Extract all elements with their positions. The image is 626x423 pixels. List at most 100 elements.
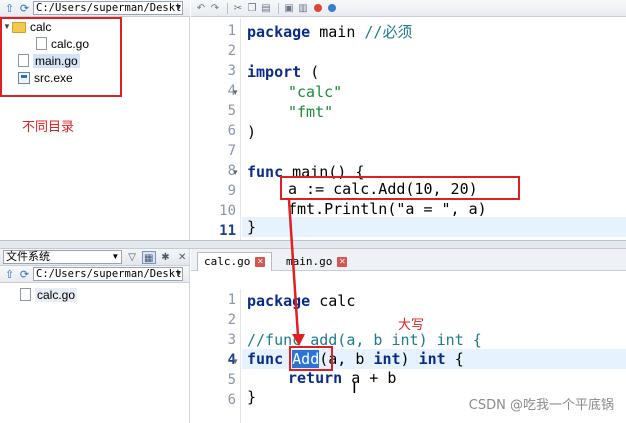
filter-icon[interactable]: ▽ xyxy=(125,251,139,264)
code-line-3[interactable]: import ( xyxy=(247,62,319,82)
save-icon[interactable]: ▣ xyxy=(283,2,295,15)
tree-item-label: calc.go xyxy=(35,287,78,302)
code-text: ) xyxy=(400,350,419,368)
code-text: { xyxy=(445,350,464,368)
path-bar: ⇧ ⟳ C:/Users/superman/Deskt ▼ xyxy=(0,0,190,17)
line-number-gutter: 1 2 3 4 5 6 ▾ xyxy=(191,289,241,423)
line-number: 10 xyxy=(219,203,236,219)
settings-icon[interactable]: ✱ xyxy=(159,251,173,264)
editor-tabs: calc.go ✕ main.go ✕ xyxy=(191,249,626,271)
annotation-box-tree xyxy=(0,17,122,97)
up-folder-icon[interactable]: ⇧ xyxy=(3,268,16,281)
panel-title: 文件系统 xyxy=(6,251,50,263)
code-line-5[interactable]: return a + b xyxy=(288,368,396,388)
code-line-6[interactable]: ) xyxy=(247,122,256,142)
tab-main-go[interactable]: main.go ✕ xyxy=(279,252,354,271)
run-icon[interactable] xyxy=(328,4,336,12)
panel-select[interactable]: 文件系统 ▼ xyxy=(3,250,123,264)
code-text: ) xyxy=(247,123,257,141)
keyword: package xyxy=(247,23,311,41)
code-text: ( xyxy=(301,63,320,81)
fold-icon[interactable]: ▾ xyxy=(233,356,238,367)
fold-icon[interactable]: ▾ xyxy=(233,167,238,178)
string-literal: "fmt" xyxy=(288,103,334,121)
path-select[interactable]: C:/Users/superman/Deskt ▼ xyxy=(33,267,183,281)
tab-calc-go[interactable]: calc.go ✕ xyxy=(197,252,273,271)
line-number-gutter: 1 2 3 4 5 6 7 8 9 10 11 ▾ ▾ xyxy=(191,18,241,240)
keyword: package xyxy=(247,292,311,310)
path-text: C:/Users/superman/Deskt xyxy=(36,268,182,280)
keyword: func xyxy=(247,163,284,181)
paste-icon[interactable]: ▤ xyxy=(260,2,272,15)
code-text: calc xyxy=(310,292,356,310)
annotation-box-call xyxy=(280,176,520,200)
build-icon[interactable]: ▥ xyxy=(297,2,309,15)
path-select[interactable]: C:/Users/superman/Deskt ▼ xyxy=(33,1,183,15)
line-number-current: 11 xyxy=(219,223,236,239)
sync-icon[interactable]: ⟳ xyxy=(18,2,31,15)
keyword: import xyxy=(247,63,302,81)
panel-header: 文件系统 ▼ ▽ ▦ ✱ ✕ xyxy=(0,249,189,266)
comment: //func add(a, b int) int { xyxy=(247,331,482,349)
view-toggle-icon[interactable]: ▦ xyxy=(141,250,156,264)
sync-icon[interactable]: ⟳ xyxy=(18,268,31,281)
tree-item-calc-go[interactable]: calc.go xyxy=(0,286,189,303)
stop-icon[interactable] xyxy=(314,4,322,12)
tab-label: calc.go xyxy=(204,255,251,268)
annotation-note-uppercase: 大写 xyxy=(398,318,425,333)
code-line-5[interactable]: "fmt" xyxy=(288,102,333,122)
keyword: int xyxy=(373,350,401,368)
line-number: 1 xyxy=(227,292,236,308)
undo-icon[interactable]: ↶ xyxy=(195,2,207,15)
line-number: 3 xyxy=(227,332,236,348)
close-icon[interactable]: ✕ xyxy=(175,251,189,264)
top-editor-window: ⇧ ⟳ C:/Users/superman/Deskt ▼ ▼ calc cal… xyxy=(0,0,626,240)
code-line-4[interactable]: "calc" xyxy=(288,82,342,102)
line-number: 6 xyxy=(227,123,236,139)
chevron-down-icon[interactable]: ▼ xyxy=(176,268,181,280)
bottom-editor-window: 文件系统 ▼ ▽ ▦ ✱ ✕ ⇧ ⟳ C:/Users/superman/Des… xyxy=(0,240,626,423)
copy-icon[interactable]: ❐ xyxy=(246,2,258,15)
close-tab-icon[interactable]: ✕ xyxy=(337,257,348,267)
string-literal: "calc" xyxy=(288,83,343,101)
line-number: 3 xyxy=(227,63,236,79)
file-system-panel: 文件系统 ▼ ▽ ▦ ✱ ✕ ⇧ ⟳ C:/Users/superman/Des… xyxy=(0,249,190,423)
annotation-note-directory: 不同目录 xyxy=(22,120,75,135)
close-tab-icon[interactable]: ✕ xyxy=(255,257,266,267)
toolbar-separator xyxy=(227,2,228,14)
redo-icon[interactable]: ↷ xyxy=(209,2,221,15)
line-number: 6 xyxy=(227,392,236,408)
code-line-6[interactable]: } xyxy=(247,387,256,407)
code-line-10[interactable]: fmt.Println("a = ", a) xyxy=(288,199,487,219)
path-bar: ⇧ ⟳ C:/Users/superman/Deskt ▼ xyxy=(0,266,189,283)
toolbar-separator xyxy=(278,2,279,14)
code-line-3[interactable]: //func add(a, b int) int { xyxy=(247,330,482,350)
code-line-1[interactable]: package calc xyxy=(247,291,355,311)
line-number: 2 xyxy=(227,43,236,59)
background-toolbar-strip xyxy=(0,241,626,249)
chevron-down-icon[interactable]: ▼ xyxy=(111,251,119,263)
keyword: return xyxy=(288,369,343,387)
line-number: 9 xyxy=(227,183,236,199)
chevron-down-icon[interactable]: ▼ xyxy=(176,2,181,14)
file-icon xyxy=(20,288,31,301)
code-text: } xyxy=(247,218,257,236)
keyword: int xyxy=(418,350,446,368)
tab-label: main.go xyxy=(286,255,333,268)
current-line-highlight xyxy=(242,217,626,237)
watermark: CSDN @吃我一个平底锅 xyxy=(468,398,614,413)
comment: //必须 xyxy=(364,23,413,41)
fold-icon[interactable]: ▾ xyxy=(233,87,238,98)
cut-icon[interactable]: ✂ xyxy=(232,2,244,15)
code-line-11[interactable]: } xyxy=(247,217,256,237)
up-folder-icon[interactable]: ⇧ xyxy=(3,2,16,15)
line-number: 2 xyxy=(227,312,236,328)
keyword: func xyxy=(247,350,284,368)
path-text: C:/Users/superman/Deskt xyxy=(36,2,182,14)
code-text: main xyxy=(310,23,365,41)
annotation-box-add xyxy=(289,346,333,371)
code-text: } xyxy=(247,388,257,406)
line-number: 5 xyxy=(227,103,236,119)
code-line-1[interactable]: package main //必须 xyxy=(247,22,412,42)
code-line-4[interactable]: func Add(a, b int) int { xyxy=(247,349,464,369)
